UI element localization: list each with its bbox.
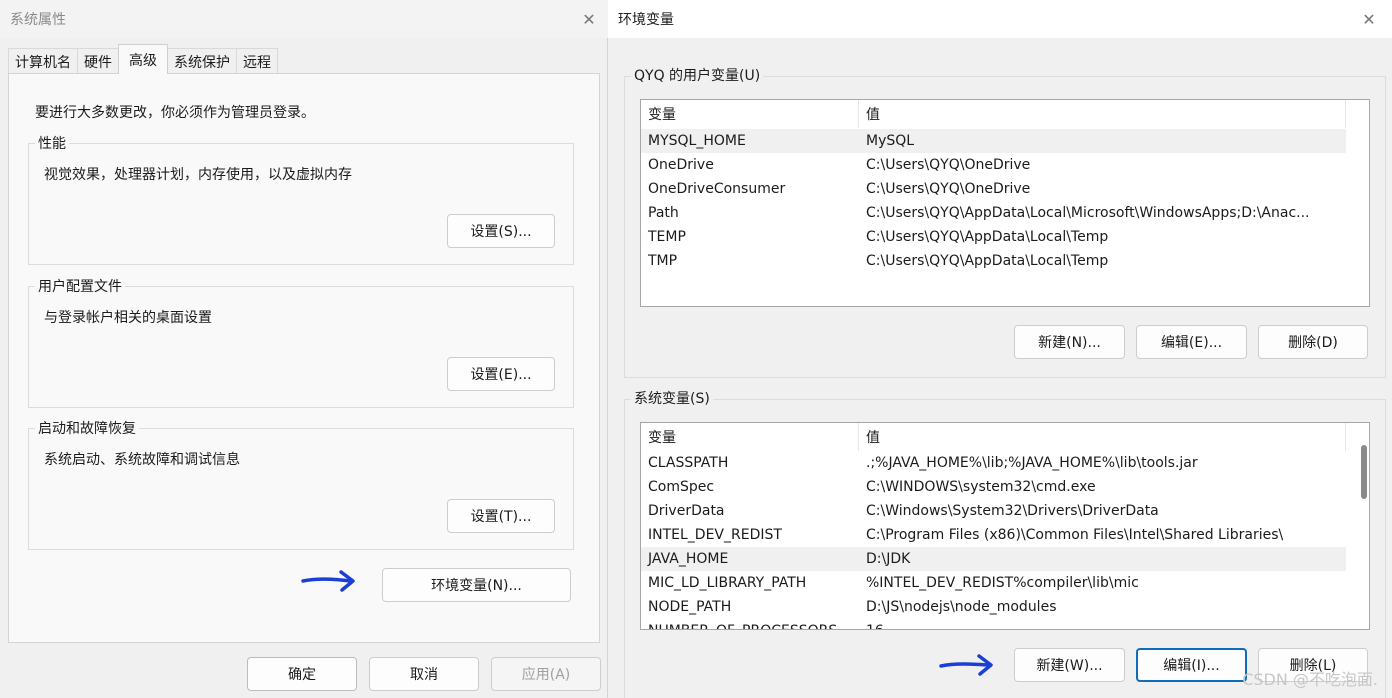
- performance-group: 性能 视觉效果，处理器计划，内存使用，以及虚拟内存 设置(S)...: [28, 133, 574, 265]
- system-variables-scrollbar[interactable]: [1361, 445, 1367, 499]
- table-row[interactable]: DriverData C:\Windows\System32\Drivers\D…: [641, 499, 1346, 523]
- variable-name: TEMP: [648, 229, 686, 245]
- tab-computer-name[interactable]: 计算机名: [8, 48, 78, 74]
- variable-name: CLASSPATH: [648, 455, 729, 471]
- variable-value: C:\Program Files (x86)\Common Files\Inte…: [866, 527, 1284, 543]
- table-row[interactable]: CLASSPATH .;%JAVA_HOME%\lib;%JAVA_HOME%\…: [641, 451, 1346, 475]
- variable-value: C:\Users\QYQ\AppData\Local\Microsoft\Win…: [866, 205, 1310, 221]
- variable-value: C:\Users\QYQ\AppData\Local\Temp: [866, 253, 1109, 269]
- table-row[interactable]: OneDrive C:\Users\QYQ\OneDrive: [641, 153, 1346, 177]
- variable-name: Path: [648, 205, 679, 221]
- user-variables-group: QYQ 的用户变量(U) 变量 值 MYSQL_HOME MySQL OneDr…: [624, 65, 1386, 378]
- column-header-value[interactable]: 值: [859, 100, 1346, 128]
- variable-value: C:\Users\QYQ\OneDrive: [866, 157, 1031, 173]
- environment-variables-titlebar: 环境变量: [608, 0, 1392, 38]
- system-properties-title: 系统属性: [10, 12, 66, 28]
- table-row[interactable]: INTEL_DEV_REDIST C:\Program Files (x86)\…: [641, 523, 1346, 547]
- system-variables-list[interactable]: 变量 值 CLASSPATH .;%JAVA_HOME%\lib;%JAVA_H…: [640, 422, 1370, 630]
- variable-name: JAVA_HOME: [648, 551, 729, 567]
- system-properties-titlebar: 系统属性: [0, 0, 608, 38]
- tab-hardware[interactable]: 硬件: [77, 48, 119, 74]
- user-variables-list[interactable]: 变量 值 MYSQL_HOME MySQL OneDrive C:\Users\…: [640, 99, 1370, 307]
- startup-recovery-legend: 启动和故障恢复: [35, 418, 139, 438]
- environment-variables-dialog: 环境变量 ✕ QYQ 的用户变量(U) 变量 值 MYSQL_HOME MySQ…: [608, 0, 1392, 698]
- variable-name: ComSpec: [648, 479, 715, 495]
- startup-recovery-group: 启动和故障恢复 系统启动、系统故障和调试信息 设置(T)...: [28, 418, 574, 550]
- column-header-variable[interactable]: 变量: [641, 423, 859, 451]
- variable-value: .;%JAVA_HOME%\lib;%JAVA_HOME%\lib\tools.…: [866, 455, 1198, 471]
- table-row[interactable]: MYSQL_HOME MySQL: [641, 129, 1346, 153]
- annotation-arrow-right: [939, 654, 993, 676]
- variable-name: MYSQL_HOME: [648, 133, 746, 149]
- user-variables-legend: QYQ 的用户变量(U): [631, 65, 764, 85]
- table-row[interactable]: Path C:\Users\QYQ\AppData\Local\Microsof…: [641, 201, 1346, 225]
- tab-advanced[interactable]: 高级: [118, 44, 168, 74]
- user-profiles-settings-button[interactable]: 设置(E)...: [447, 357, 555, 391]
- environment-variables-title: 环境变量: [618, 12, 674, 28]
- table-row[interactable]: TMP C:\Users\QYQ\AppData\Local\Temp: [641, 249, 1346, 273]
- variable-value: C:\WINDOWS\system32\cmd.exe: [866, 479, 1096, 495]
- startup-recovery-desc: 系统启动、系统故障和调试信息: [44, 452, 240, 468]
- column-header-variable[interactable]: 变量: [641, 100, 859, 128]
- column-header-value[interactable]: 值: [859, 423, 1346, 451]
- table-row[interactable]: OneDriveConsumer C:\Users\QYQ\OneDrive: [641, 177, 1346, 201]
- variable-name: TMP: [648, 253, 678, 269]
- startup-recovery-settings-button[interactable]: 设置(T)...: [447, 499, 555, 533]
- performance-legend: 性能: [35, 133, 69, 153]
- tab-strip: 计算机名 硬件 高级 系统保护 远程: [8, 44, 278, 74]
- user-edit-button[interactable]: 编辑(E)...: [1136, 325, 1247, 359]
- variable-value: D:\JDK: [866, 551, 911, 567]
- variable-name: INTEL_DEV_REDIST: [648, 527, 782, 543]
- variable-name: OneDriveConsumer: [648, 181, 786, 197]
- variable-name: NODE_PATH: [648, 599, 732, 615]
- performance-desc: 视觉效果，处理器计划，内存使用，以及虚拟内存: [44, 167, 352, 183]
- table-row[interactable]: MIC_LD_LIBRARY_PATH %INTEL_DEV_REDIST%co…: [641, 571, 1346, 595]
- variable-value: C:\Users\QYQ\AppData\Local\Temp: [866, 229, 1109, 245]
- table-row[interactable]: JAVA_HOME D:\JDK: [641, 547, 1346, 571]
- close-icon[interactable]: ✕: [576, 6, 602, 32]
- system-edit-button[interactable]: 编辑(I)...: [1136, 648, 1247, 682]
- user-delete-button[interactable]: 删除(D): [1258, 325, 1368, 359]
- variable-name: OneDrive: [648, 157, 714, 173]
- variable-value: %INTEL_DEV_REDIST%compiler\lib\mic: [866, 575, 1139, 591]
- advanced-tab-panel: 要进行大多数更改，你必须作为管理员登录。 性能 视觉效果，处理器计划，内存使用，…: [8, 73, 600, 643]
- variable-value: C:\Users\QYQ\OneDrive: [866, 181, 1031, 197]
- table-row[interactable]: ComSpec C:\WINDOWS\system32\cmd.exe: [641, 475, 1346, 499]
- tab-system-protection[interactable]: 系统保护: [167, 48, 237, 74]
- environment-variables-button[interactable]: 环境变量(N)...: [382, 568, 571, 602]
- system-variables-group: 系统变量(S) 变量 值 CLASSPATH .;%JAVA_HOME%\lib…: [624, 388, 1386, 698]
- user-profiles-group: 用户配置文件 与登录帐户相关的桌面设置 设置(E)...: [28, 276, 574, 408]
- performance-settings-button[interactable]: 设置(S)...: [447, 214, 555, 248]
- table-row[interactable]: NODE_PATH D:\JS\nodejs\node_modules: [641, 595, 1346, 619]
- system-variables-legend: 系统变量(S): [631, 388, 713, 408]
- system-properties-dialog: 系统属性 ✕ 计算机名 硬件 高级 系统保护 远程 要进行大多数更改，你必须作为…: [0, 0, 608, 698]
- variable-value: MySQL: [866, 133, 915, 149]
- apply-button[interactable]: 应用(A): [491, 657, 601, 691]
- variable-name: MIC_LD_LIBRARY_PATH: [648, 575, 807, 591]
- variable-name: NUMBER_OF_PROCESSORS: [641, 619, 859, 629]
- variable-name: DriverData: [648, 503, 725, 519]
- user-variables-header: 变量 值: [641, 100, 1369, 128]
- variable-value: D:\JS\nodejs\node_modules: [866, 599, 1057, 615]
- watermark: CSDN @不吃泡面.: [1242, 670, 1378, 689]
- system-variables-header: 变量 值: [641, 423, 1369, 451]
- admin-note: 要进行大多数更改，你必须作为管理员登录。: [35, 105, 315, 121]
- ok-button[interactable]: 确定: [247, 657, 357, 691]
- system-new-button[interactable]: 新建(W)...: [1014, 648, 1125, 682]
- user-new-button[interactable]: 新建(N)...: [1014, 325, 1125, 359]
- table-row[interactable]: NUMBER_OF_PROCESSORS 16: [641, 619, 1346, 629]
- cancel-button[interactable]: 取消: [369, 657, 479, 691]
- user-profiles-desc: 与登录帐户相关的桌面设置: [44, 310, 212, 326]
- variable-value: C:\Windows\System32\Drivers\DriverData: [866, 503, 1159, 519]
- variable-value: 16: [859, 619, 1346, 629]
- table-row[interactable]: TEMP C:\Users\QYQ\AppData\Local\Temp: [641, 225, 1346, 249]
- annotation-arrow-left: [301, 570, 355, 592]
- tab-remote[interactable]: 远程: [236, 48, 278, 74]
- user-profiles-legend: 用户配置文件: [35, 276, 125, 296]
- close-icon[interactable]: ✕: [1356, 6, 1382, 32]
